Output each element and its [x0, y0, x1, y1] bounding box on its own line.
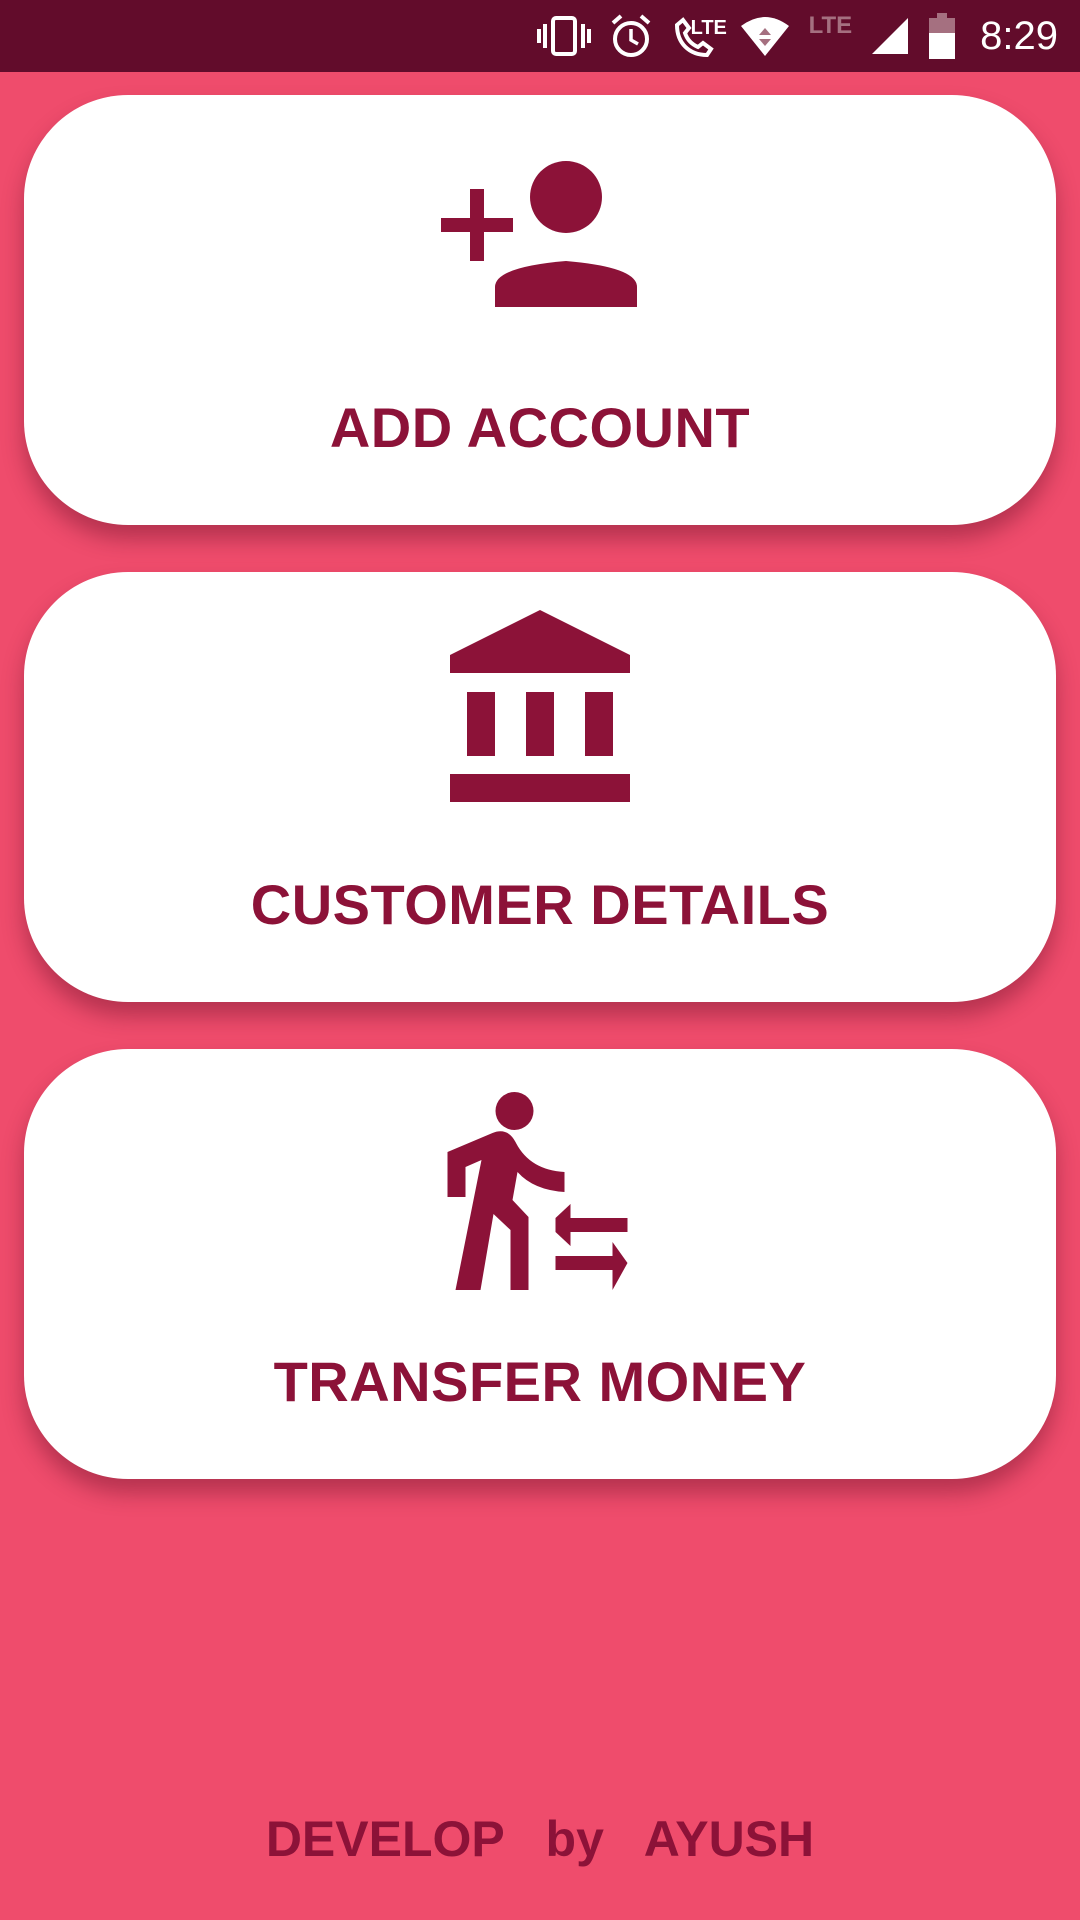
bank-icon — [449, 610, 631, 802]
volte-call-icon: LTE — [671, 11, 727, 61]
volte-lte-label: LTE — [690, 17, 727, 39]
status-time: 8:29 — [980, 13, 1058, 58]
transfer-money-card[interactable]: TRANSFER MONEY — [24, 1049, 1056, 1479]
customer-details-label: CUSTOMER DETAILS — [250, 873, 830, 936]
vibrate-icon — [536, 14, 591, 58]
status-bar: LTE LTE 8:29 — [0, 0, 1080, 72]
add-person-icon — [440, 157, 640, 307]
developer-credit: DEVELOP by AYUSH — [265, 1811, 815, 1867]
status-icons: LTE LTE 8:29 — [536, 0, 1058, 72]
signal-icon — [870, 16, 910, 56]
transfer-money-label: TRANSFER MONEY — [273, 1350, 807, 1413]
customer-details-card[interactable]: CUSTOMER DETAILS — [24, 572, 1056, 1002]
wifi-icon — [739, 14, 791, 58]
add-account-label: ADD ACCOUNT — [329, 396, 751, 459]
transfer-walk-icon — [447, 1092, 633, 1292]
lte-label: LTE — [808, 12, 853, 39]
add-account-card[interactable]: ADD ACCOUNT — [24, 95, 1056, 525]
alarm-icon — [609, 13, 653, 59]
battery-icon — [928, 13, 956, 59]
